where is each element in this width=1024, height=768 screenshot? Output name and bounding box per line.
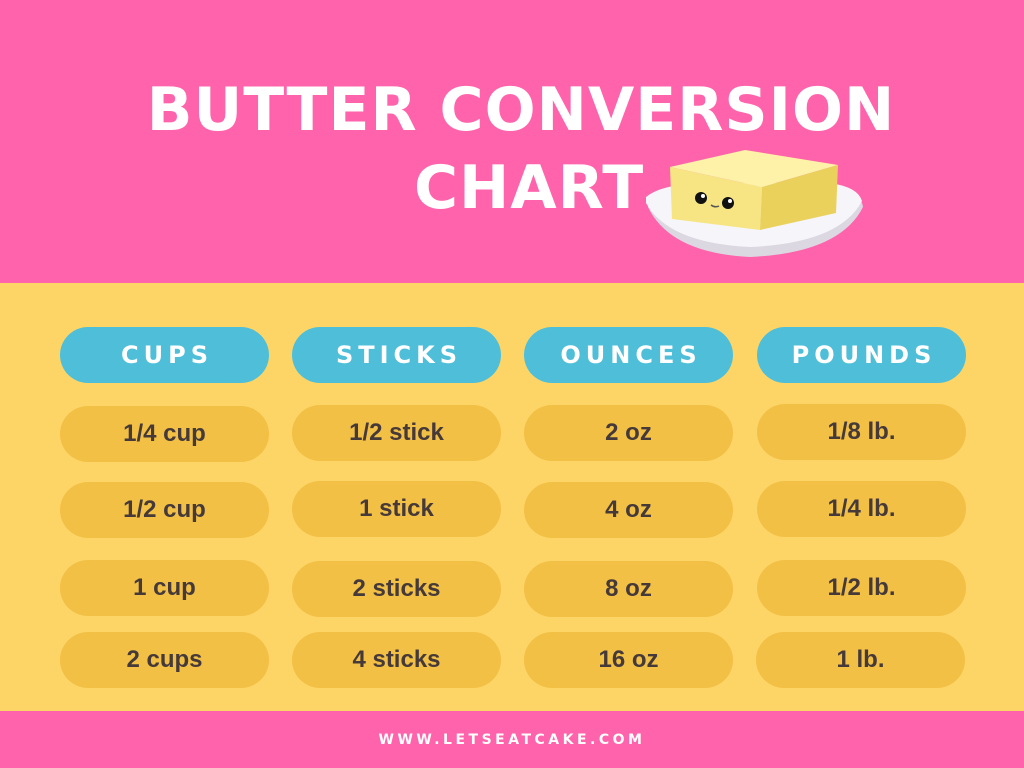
title-line-1: BUTTER CONVERSION — [146, 75, 896, 145]
table-cell: 1 cup — [60, 560, 269, 616]
conversion-table: CUPS STICKS OUNCES POUNDS 1/4 cup 1/2 st… — [0, 283, 1024, 711]
table-cell: 1/2 stick — [292, 405, 501, 461]
table-cell: 8 oz — [524, 561, 733, 617]
column-header-sticks: STICKS — [292, 327, 501, 383]
table-cell: 2 oz — [524, 405, 733, 461]
table-cell: 16 oz — [524, 632, 733, 688]
footer-banner: WWW.LETSEATCAKE.COM — [0, 711, 1024, 768]
website-link[interactable]: WWW.LETSEATCAKE.COM — [379, 732, 646, 748]
table-cell: 4 sticks — [292, 632, 501, 688]
column-header-cups: CUPS — [60, 327, 269, 383]
butter-on-plate-icon — [646, 150, 863, 257]
column-header-ounces: OUNCES — [524, 327, 733, 383]
table-cell: 1/2 lb. — [757, 560, 966, 616]
table-cell: 1 lb. — [756, 632, 965, 688]
table-cell: 1 stick — [292, 481, 501, 537]
header-banner: BUTTER CONVERSION CHART — [0, 0, 1024, 283]
table-cell: 1/4 cup — [60, 406, 269, 462]
title-line-2: CHART — [414, 153, 645, 223]
table-cell: 1/8 lb. — [757, 404, 966, 460]
table-cell: 1/2 cup — [60, 482, 269, 538]
table-cell: 1/4 lb. — [757, 481, 966, 537]
table-cell: 2 sticks — [292, 561, 501, 617]
table-cell: 2 cups — [60, 632, 269, 688]
column-header-pounds: POUNDS — [757, 327, 966, 383]
table-cell: 4 oz — [524, 482, 733, 538]
